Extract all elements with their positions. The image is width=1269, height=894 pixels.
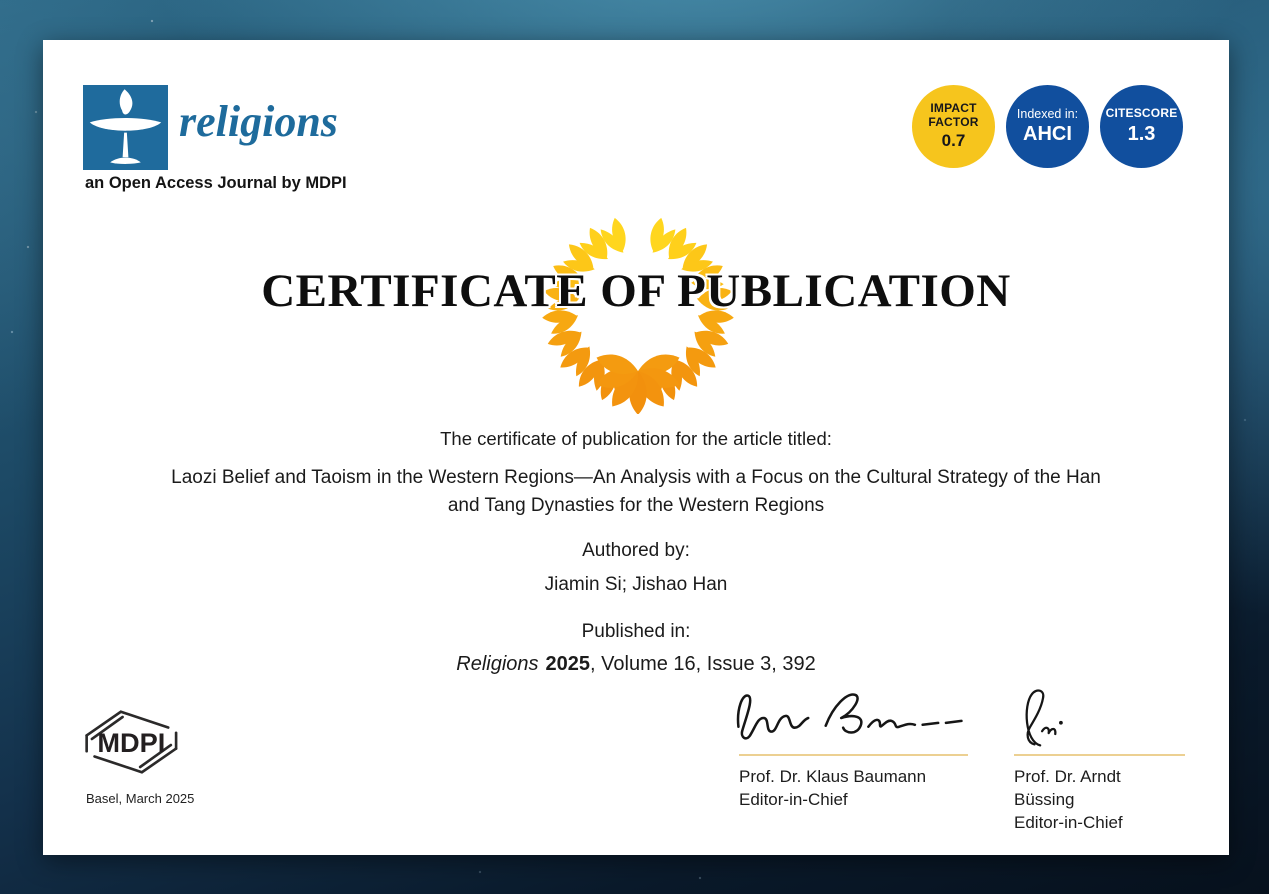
article-title: Laozi Belief and Taoism in the Western R… bbox=[166, 464, 1106, 520]
impact-value: 0.7 bbox=[942, 131, 966, 151]
signature-block-klaus-baumann: Prof. Dr. Klaus Baumann Editor-in-Chief bbox=[739, 686, 968, 811]
signature-block-arndt-buessing: Prof. Dr. Arndt Büssing Editor-in-Chief bbox=[1014, 686, 1185, 834]
signatory-role: Editor-in-Chief bbox=[739, 788, 968, 811]
publication-year: 2025 bbox=[546, 653, 591, 675]
place-date: Basel, March 2025 bbox=[86, 791, 194, 806]
flaming-chalice-icon bbox=[83, 85, 168, 170]
signatory-role: Editor-in-Chief bbox=[1014, 811, 1185, 834]
signatory-name: Prof. Dr. Klaus Baumann bbox=[739, 765, 968, 788]
signature-line bbox=[1014, 754, 1185, 756]
published-in-label: Published in: bbox=[43, 621, 1229, 643]
impact-label-line2: FACTOR bbox=[928, 116, 978, 130]
publication-line: Religions 2025, Volume 16, Issue 3, 392 bbox=[43, 653, 1229, 676]
impact-label-line1: IMPACT bbox=[930, 102, 976, 116]
journal-name: religions bbox=[179, 100, 338, 144]
indexed-in-badge: Indexed in: AHCI bbox=[1006, 85, 1089, 168]
citescore-value: 1.3 bbox=[1128, 123, 1156, 146]
publication-details: , Volume 16, Issue 3, 392 bbox=[590, 653, 816, 675]
publication-journal: Religions bbox=[456, 653, 538, 675]
impact-factor-badge: IMPACT FACTOR 0.7 bbox=[912, 85, 995, 168]
citescore-badge: CITESCORE 1.3 bbox=[1100, 85, 1183, 168]
signature-line bbox=[739, 754, 968, 756]
certificate-title: CERTIFICATE OF PUBLICATION bbox=[43, 264, 1229, 318]
mdpi-logo: MDPI bbox=[77, 700, 191, 784]
journal-tagline: an Open Access Journal by MDPI bbox=[85, 174, 347, 193]
intro-line: The certificate of publication for the a… bbox=[43, 428, 1229, 450]
indexed-label: Indexed in: bbox=[1017, 107, 1078, 121]
authors: Jiamin Si; Jishao Han bbox=[43, 574, 1229, 596]
indexed-value: AHCI bbox=[1023, 123, 1072, 146]
journal-logo bbox=[83, 85, 168, 170]
signature-klaus-baumann-icon bbox=[729, 686, 967, 750]
signature-arndt-buessing-icon bbox=[1010, 686, 1076, 750]
mdpi-logo-text: MDPI bbox=[97, 727, 165, 758]
citescore-label: CITESCORE bbox=[1106, 107, 1178, 121]
certificate: religions an Open Access Journal by MDPI… bbox=[43, 40, 1229, 855]
authored-by-label: Authored by: bbox=[43, 540, 1229, 562]
signatory-name: Prof. Dr. Arndt Büssing bbox=[1014, 765, 1185, 811]
page-background: { "journal": { "name": "religions", "tag… bbox=[0, 0, 1269, 894]
